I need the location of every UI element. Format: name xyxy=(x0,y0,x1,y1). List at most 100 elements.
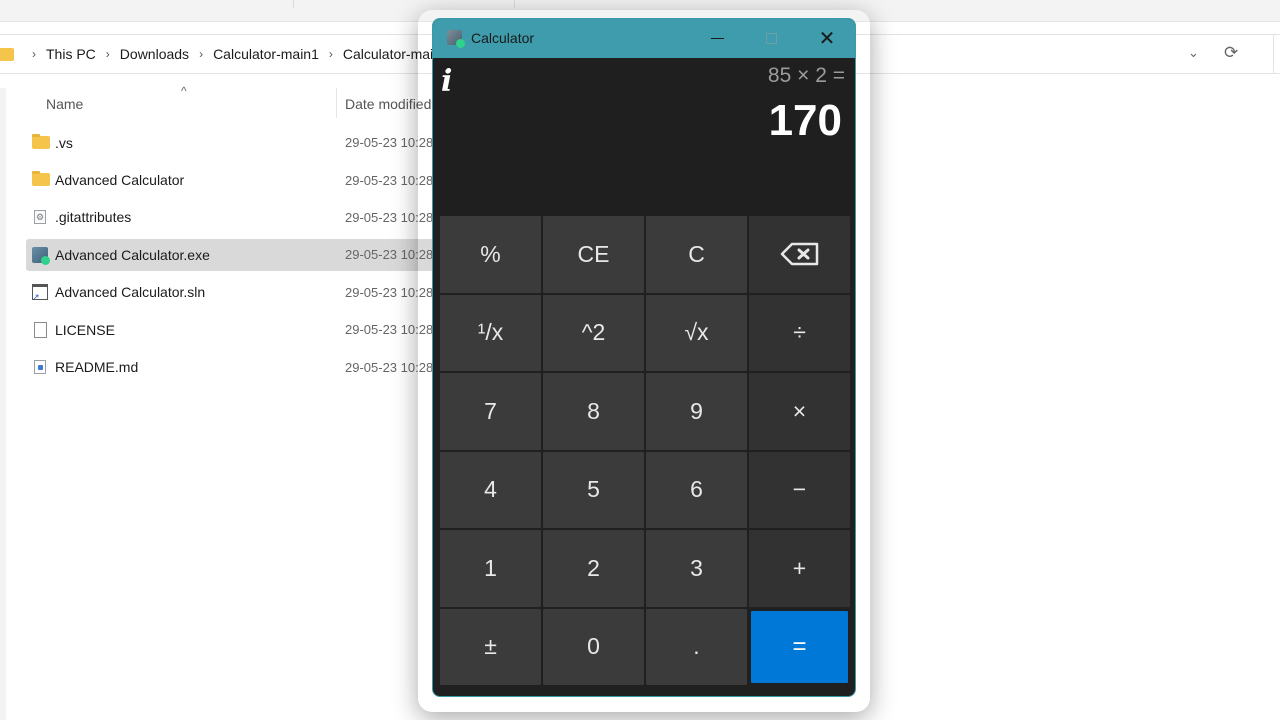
decimal-key[interactable]: . xyxy=(646,608,747,685)
refresh-icon[interactable]: ⟳ xyxy=(1224,43,1238,63)
digit-9-key[interactable]: 9 xyxy=(646,373,747,450)
clear-key[interactable]: C xyxy=(646,216,747,293)
breadcrumb-calculator-main1[interactable]: Calculator-main1 xyxy=(213,46,319,62)
file-row[interactable]: Advanced Calculator.sln 29-05-23 10:28 xyxy=(26,274,446,311)
key-label: − xyxy=(792,476,807,503)
key-label: 0 xyxy=(587,633,600,660)
calculator-window: Calculator ✕ i 85 × 2 = 170 % CE C ¹/x ^2 √x ÷… xyxy=(432,18,856,697)
digit-1-key[interactable]: 1 xyxy=(440,530,541,607)
sort-ascending-icon: ^ xyxy=(181,84,187,98)
calculator-app-icon xyxy=(447,30,465,48)
breadcrumb-separator-icon: › xyxy=(105,47,110,61)
file-row[interactable]: README.md 29-05-23 10:28 xyxy=(26,348,446,385)
key-label: + xyxy=(792,554,807,581)
file-row-selected[interactable]: Advanced Calculator.exe 29-05-23 10:28 xyxy=(26,238,446,271)
equals-key[interactable]: = xyxy=(751,610,848,683)
key-label: 6 xyxy=(690,476,703,503)
digit-5-key[interactable]: 5 xyxy=(543,451,644,528)
navigation-pane xyxy=(0,88,6,720)
keypad: % CE C ¹/x ^2 √x ÷ 7 8 9 × 4 5 6 − 1 2 3 + ±0. = xyxy=(440,216,850,685)
digit-7-key[interactable]: 7 xyxy=(440,373,541,450)
backspace-icon xyxy=(780,243,818,266)
file-name: LICENSE xyxy=(55,321,115,338)
multiply-key[interactable]: × xyxy=(749,373,850,450)
clear-entry-key[interactable]: CE xyxy=(543,216,644,293)
column-divider[interactable] xyxy=(336,88,337,118)
file-list: .vs 29-05-23 10:28 Advanced Calculator 2… xyxy=(26,124,446,386)
window-title: Calculator xyxy=(471,30,535,46)
executable-icon xyxy=(32,246,50,265)
breadcrumb-separator-icon: › xyxy=(32,47,36,61)
square-key[interactable]: ^2 xyxy=(543,294,644,371)
square-root-key[interactable]: √x xyxy=(646,294,747,371)
calculator-display: i 85 × 2 = 170 xyxy=(433,58,855,215)
file-name: .gitattributes xyxy=(55,209,132,226)
breadcrumb-separator-icon: › xyxy=(199,47,204,61)
file-row[interactable]: ⚙ .gitattributes 29-05-23 10:28 xyxy=(26,199,446,236)
breadcrumb-calculator-main[interactable]: Calculator-main xyxy=(343,46,441,62)
digit-8-key[interactable]: 8 xyxy=(543,373,644,450)
digit-6-key[interactable]: 6 xyxy=(646,451,747,528)
percent-key[interactable]: % xyxy=(440,216,541,293)
key-label: 8 xyxy=(587,397,600,424)
close-button[interactable]: ✕ xyxy=(801,19,853,58)
minimize-button[interactable] xyxy=(691,19,743,58)
column-header-date-modified[interactable]: Date modified xyxy=(345,96,431,112)
key-label: % xyxy=(480,240,501,267)
divide-key[interactable]: ÷ xyxy=(749,294,850,371)
file-date: 29-05-23 10:28 xyxy=(345,172,434,188)
maximize-button[interactable] xyxy=(745,19,797,58)
negate-key[interactable]: ± xyxy=(440,608,541,685)
digit-0-key[interactable]: 0 xyxy=(543,608,644,685)
file-name: Advanced Calculator.sln xyxy=(55,284,206,301)
key-label: 2 xyxy=(587,554,600,581)
file-row[interactable]: .vs 29-05-23 10:28 xyxy=(26,124,446,161)
key-label: 3 xyxy=(690,554,703,581)
maximize-icon xyxy=(765,33,777,44)
file-row[interactable]: Advanced Calculator 29-05-23 10:28 xyxy=(26,161,446,198)
chevron-down-icon[interactable]: ⌄ xyxy=(1188,45,1199,61)
key-label: 9 xyxy=(690,397,703,424)
search-box[interactable] xyxy=(1273,34,1280,74)
file-row[interactable]: LICENSE 29-05-23 10:28 xyxy=(26,311,446,348)
file-date: 29-05-23 10:28 xyxy=(345,247,434,263)
folder-icon xyxy=(32,134,50,149)
result-display: 170 xyxy=(768,96,842,145)
tab-divider xyxy=(514,0,515,8)
markdown-file-icon xyxy=(34,360,46,375)
info-icon[interactable]: i xyxy=(441,64,452,99)
column-header-row: ^ Name Date modified xyxy=(26,84,446,120)
key-label: ^2 xyxy=(581,319,606,346)
key-label: 1 xyxy=(484,554,497,581)
digit-2-key[interactable]: 2 xyxy=(543,530,644,607)
digit-3-key[interactable]: 3 xyxy=(646,530,747,607)
key-label: ± xyxy=(484,633,497,660)
key-label: = xyxy=(792,632,807,660)
key-label: 7 xyxy=(484,397,497,424)
digit-4-key[interactable]: 4 xyxy=(440,451,541,528)
file-name: .vs xyxy=(55,134,73,151)
breadcrumb-this-pc[interactable]: This PC xyxy=(46,46,96,62)
column-header-name[interactable]: Name xyxy=(46,96,83,112)
config-file-icon: ⚙ xyxy=(34,210,46,225)
reciprocal-key[interactable]: ¹/x xyxy=(440,294,541,371)
file-date: 29-05-23 10:28 xyxy=(345,322,434,338)
expression-display: 85 × 2 = xyxy=(767,64,845,87)
subtract-key[interactable]: − xyxy=(749,451,850,528)
solution-file-icon xyxy=(32,284,48,303)
tab-divider xyxy=(293,0,294,8)
key-label: 5 xyxy=(587,476,600,503)
breadcrumb-downloads[interactable]: Downloads xyxy=(120,46,189,62)
document-icon xyxy=(34,321,47,338)
key-label: 4 xyxy=(484,476,497,503)
key-label: × xyxy=(792,397,807,424)
backspace-key[interactable] xyxy=(749,216,850,293)
breadcrumb: › This PC › Downloads › Calculator-main1… xyxy=(0,35,441,73)
title-bar[interactable]: Calculator ✕ xyxy=(433,19,855,58)
key-label: ¹/x xyxy=(477,319,504,346)
add-key[interactable]: + xyxy=(749,530,850,607)
folder-icon xyxy=(0,47,14,61)
key-label: CE xyxy=(577,240,610,267)
file-name: Advanced Calculator.exe xyxy=(55,246,210,263)
folder-icon xyxy=(32,171,50,187)
